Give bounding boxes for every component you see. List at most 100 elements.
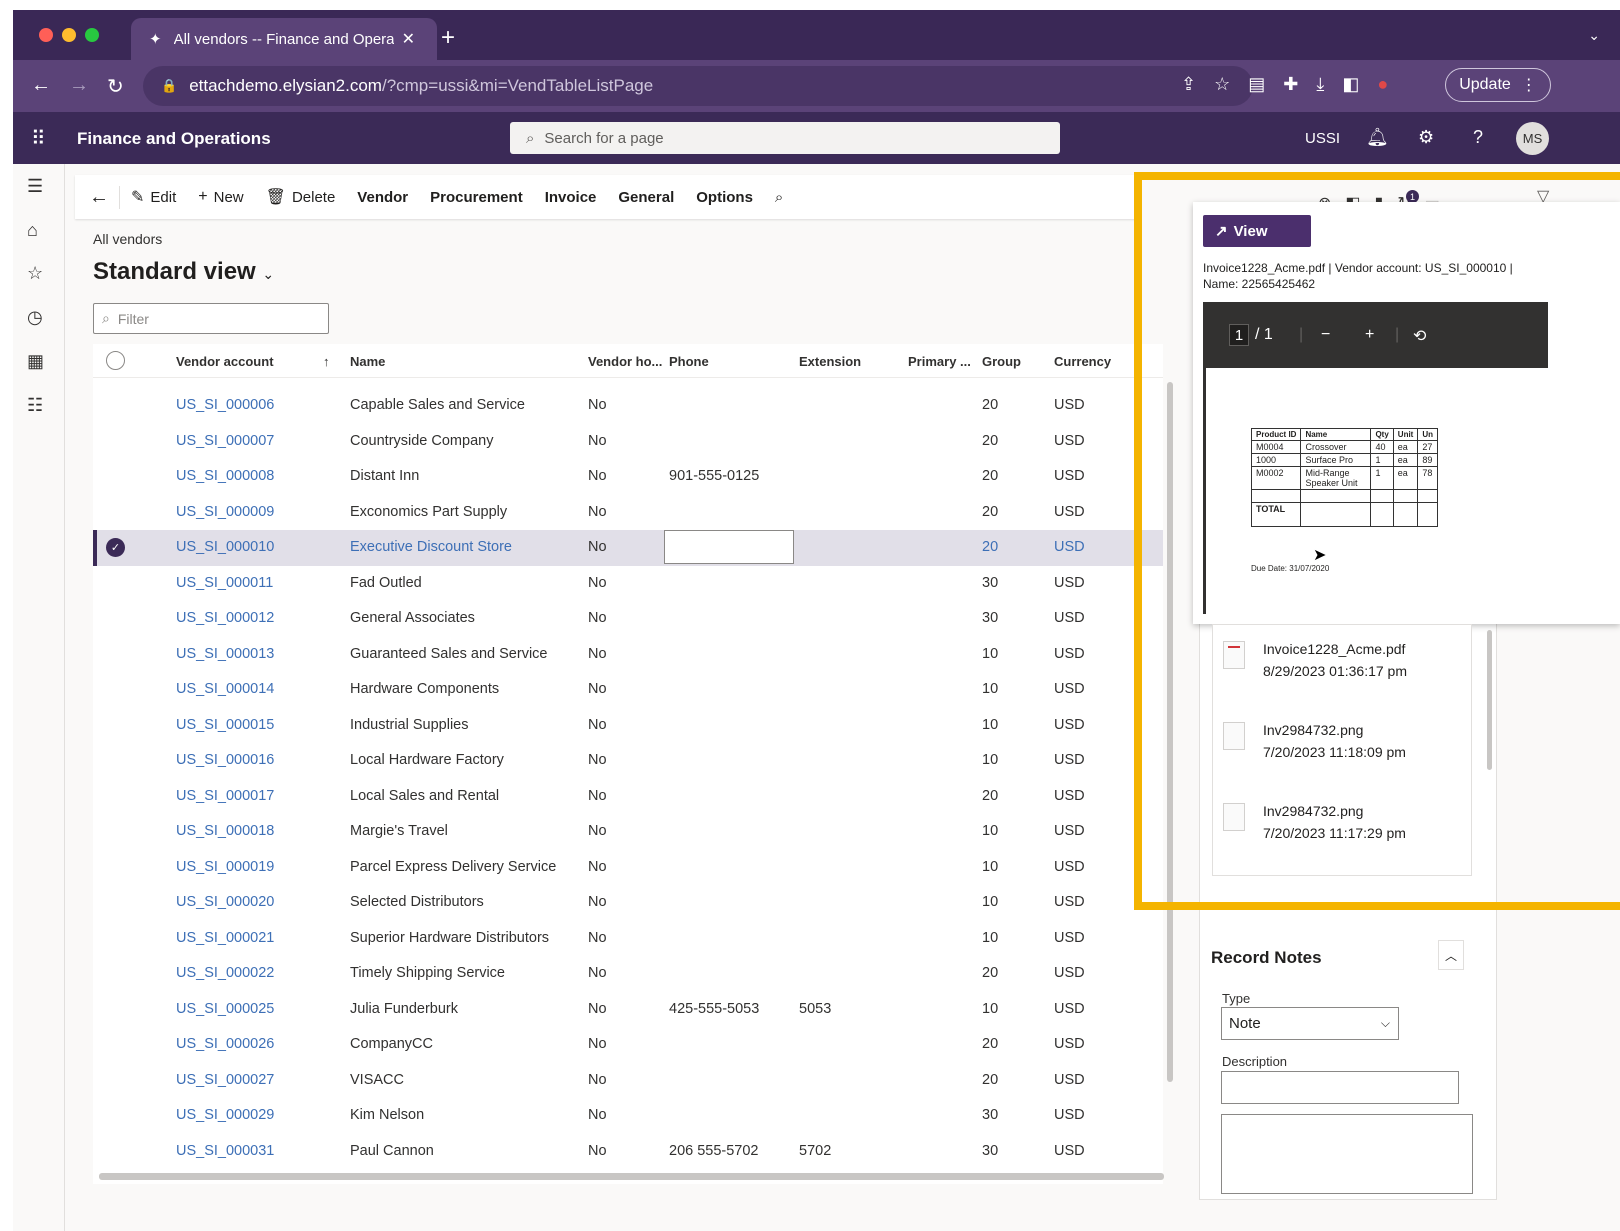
zoom-out-icon[interactable]: −: [1321, 326, 1330, 344]
table-row[interactable]: ✓ US_SI_000010 Executive Discount Store No 2…: [93, 530, 1163, 566]
attachment-item[interactable]: Inv2984732.png 7/20/2023 11:18:09 pm: [1223, 720, 1463, 770]
table-row[interactable]: US_SI_000021 Superior Hardware Distributo…: [93, 921, 1163, 957]
bell-icon[interactable]: 🔔︎: [1366, 127, 1389, 148]
attachment-scrollbar[interactable]: [1487, 630, 1492, 770]
table-row[interactable]: US_SI_000025 Julia Funderburk No 425-555-50…: [93, 992, 1163, 1028]
col-extension[interactable]: Extension: [799, 354, 861, 369]
company-picker[interactable]: USSI: [1305, 130, 1340, 147]
cell-vendor-account[interactable]: US_SI_000027: [176, 1072, 274, 1088]
cell-vendor-account[interactable]: US_SI_000022: [176, 965, 274, 981]
page-search-input[interactable]: ⌕ Search for a page: [510, 122, 1060, 154]
cell-vendor-account[interactable]: US_SI_000019: [176, 859, 274, 875]
table-row[interactable]: US_SI_000022 Timely Shipping Service No 20 U…: [93, 956, 1163, 992]
edit-button[interactable]: ✎ Edit: [120, 187, 187, 207]
grid-vertical-scrollbar[interactable]: [1167, 382, 1173, 1082]
table-row[interactable]: US_SI_000031 Paul Cannon No 206 555-5702 570…: [93, 1134, 1163, 1170]
tab-procurement[interactable]: Procurement: [419, 189, 534, 206]
share-icon[interactable]: ⇪: [1181, 74, 1196, 95]
table-row[interactable]: US_SI_000017 Local Sales and Rental No 20 US…: [93, 779, 1163, 815]
cell-vendor-account[interactable]: US_SI_000020: [176, 894, 274, 910]
cell-vendor-account[interactable]: US_SI_000017: [176, 788, 274, 804]
action-search-icon[interactable]: ⌕: [764, 189, 794, 206]
filter-input[interactable]: ⌕ Filter: [93, 303, 329, 334]
profile-icon[interactable]: ●: [1377, 74, 1388, 95]
puzzle-icon[interactable]: ✚: [1283, 74, 1298, 95]
help-icon[interactable]: ?: [1473, 127, 1483, 148]
col-phone[interactable]: Phone: [669, 354, 709, 369]
select-all-checkbox[interactable]: [106, 351, 125, 370]
table-row[interactable]: US_SI_000013 Guaranteed Sales and Service…: [93, 637, 1163, 673]
tab-invoice[interactable]: Invoice: [534, 189, 608, 206]
note-text-area[interactable]: [1221, 1114, 1473, 1194]
cell-vendor-account[interactable]: US_SI_000016: [176, 752, 274, 768]
gear-icon[interactable]: ⚙: [1418, 127, 1434, 148]
workspaces-icon[interactable]: ▦: [27, 351, 44, 372]
col-vendor-account[interactable]: Vendor account: [176, 354, 274, 369]
back-button[interactable]: ←: [75, 185, 120, 209]
download-icon[interactable]: ⤓: [1316, 74, 1324, 95]
table-row[interactable]: US_SI_000026 CompanyCC No 20 USD: [93, 1027, 1163, 1063]
cell-vendor-account[interactable]: US_SI_000008: [176, 468, 274, 484]
avatar[interactable]: MS: [1516, 122, 1549, 155]
modules-list-icon[interactable]: ☷: [27, 395, 43, 416]
table-row[interactable]: US_SI_000020 Selected Distributors No 10 USD: [93, 885, 1163, 921]
more-menu-icon[interactable]: ⋮: [1521, 75, 1537, 95]
col-group[interactable]: Group: [982, 354, 1021, 369]
close-window-button[interactable]: [39, 28, 53, 42]
table-row[interactable]: US_SI_000008 Distant Inn No 901-555-0125 20 U…: [93, 459, 1163, 495]
table-row[interactable]: US_SI_000006 Capable Sales and Service No 2…: [93, 388, 1163, 424]
attachment-item[interactable]: Invoice1228_Acme.pdf 8/29/2023 01:36:17 p…: [1223, 639, 1463, 689]
phone-edit-field[interactable]: [664, 530, 794, 564]
attachment-item[interactable]: Inv2984732.png 7/20/2023 11:17:29 pm: [1223, 801, 1463, 851]
table-row[interactable]: US_SI_000009 Exconomics Part Supply No 20 US…: [93, 495, 1163, 531]
url-field[interactable]: 🔒 ettachdemo.elysian2.com /?cmp=ussi&mi=…: [143, 66, 1253, 106]
tab-vendor[interactable]: Vendor: [346, 189, 419, 206]
cell-vendor-account[interactable]: US_SI_000006: [176, 397, 274, 413]
zoom-window-button[interactable]: [85, 28, 99, 42]
table-row[interactable]: US_SI_000015 Industrial Supplies No 10 USD: [93, 708, 1163, 744]
extension-icon[interactable]: ▤: [1248, 74, 1265, 95]
recent-clock-icon[interactable]: ◷: [27, 307, 43, 328]
forward-icon[interactable]: →: [69, 74, 89, 97]
rotate-icon[interactable]: ⟲: [1413, 326, 1426, 346]
table-row[interactable]: US_SI_000014 Hardware Components No 10 USD: [93, 672, 1163, 708]
cell-vendor-account[interactable]: US_SI_000011: [176, 575, 273, 591]
grid-horizontal-scrollbar[interactable]: [99, 1173, 1164, 1180]
cell-vendor-account[interactable]: US_SI_000013: [176, 646, 274, 662]
cell-vendor-account[interactable]: US_SI_000031: [176, 1143, 274, 1159]
cell-vendor-account[interactable]: US_SI_000010: [176, 539, 274, 555]
cell-vendor-account[interactable]: US_SI_000015: [176, 717, 274, 733]
bookmark-star-icon[interactable]: ☆: [1214, 74, 1230, 95]
row-checkbox-checked[interactable]: ✓: [106, 538, 125, 557]
tab-search-icon[interactable]: ⌄: [1588, 27, 1600, 44]
close-tab-icon[interactable]: ✕: [402, 29, 415, 49]
hamburger-menu-icon[interactable]: ☰: [27, 176, 43, 197]
cell-vendor-account[interactable]: US_SI_000026: [176, 1036, 274, 1052]
zoom-in-icon[interactable]: +: [1365, 326, 1374, 344]
cell-vendor-account[interactable]: US_SI_000018: [176, 823, 274, 839]
table-row[interactable]: US_SI_000011 Fad Outled No 30 USD: [93, 566, 1163, 602]
cell-vendor-account[interactable]: US_SI_000007: [176, 433, 274, 449]
sidebar-icon[interactable]: ◧: [1342, 74, 1359, 95]
table-row[interactable]: US_SI_000016 Local Hardware Factory No 10 US…: [93, 743, 1163, 779]
delete-button[interactable]: 🗑︎ Delete: [255, 187, 347, 207]
cell-vendor-account[interactable]: US_SI_000029: [176, 1107, 274, 1123]
table-row[interactable]: US_SI_000029 Kim Nelson No 30 USD: [93, 1098, 1163, 1134]
cell-vendor-account[interactable]: US_SI_000021: [176, 930, 274, 946]
minimize-window-button[interactable]: [62, 28, 76, 42]
page-number-input[interactable]: 1: [1229, 324, 1249, 346]
table-row[interactable]: US_SI_000027 VISACC No 20 USD: [93, 1063, 1163, 1099]
cell-vendor-account[interactable]: US_SI_000025: [176, 1001, 274, 1017]
table-row[interactable]: US_SI_000018 Margie's Travel No 10 USD: [93, 814, 1163, 850]
new-button[interactable]: + New: [187, 188, 254, 206]
favorites-star-icon[interactable]: ☆: [27, 263, 43, 284]
collapse-notes-button[interactable]: ︿: [1438, 940, 1464, 970]
table-row[interactable]: US_SI_000012 General Associates No 30 USD: [93, 601, 1163, 637]
sort-ascending-icon[interactable]: ↑: [323, 354, 330, 369]
view-selector[interactable]: Standard view ⌄: [93, 258, 274, 286]
col-name[interactable]: Name: [350, 354, 385, 369]
tab-options[interactable]: Options: [685, 189, 764, 206]
reload-icon[interactable]: ↻: [107, 74, 124, 99]
col-currency[interactable]: Currency: [1054, 354, 1111, 369]
tab-general[interactable]: General: [607, 189, 685, 206]
